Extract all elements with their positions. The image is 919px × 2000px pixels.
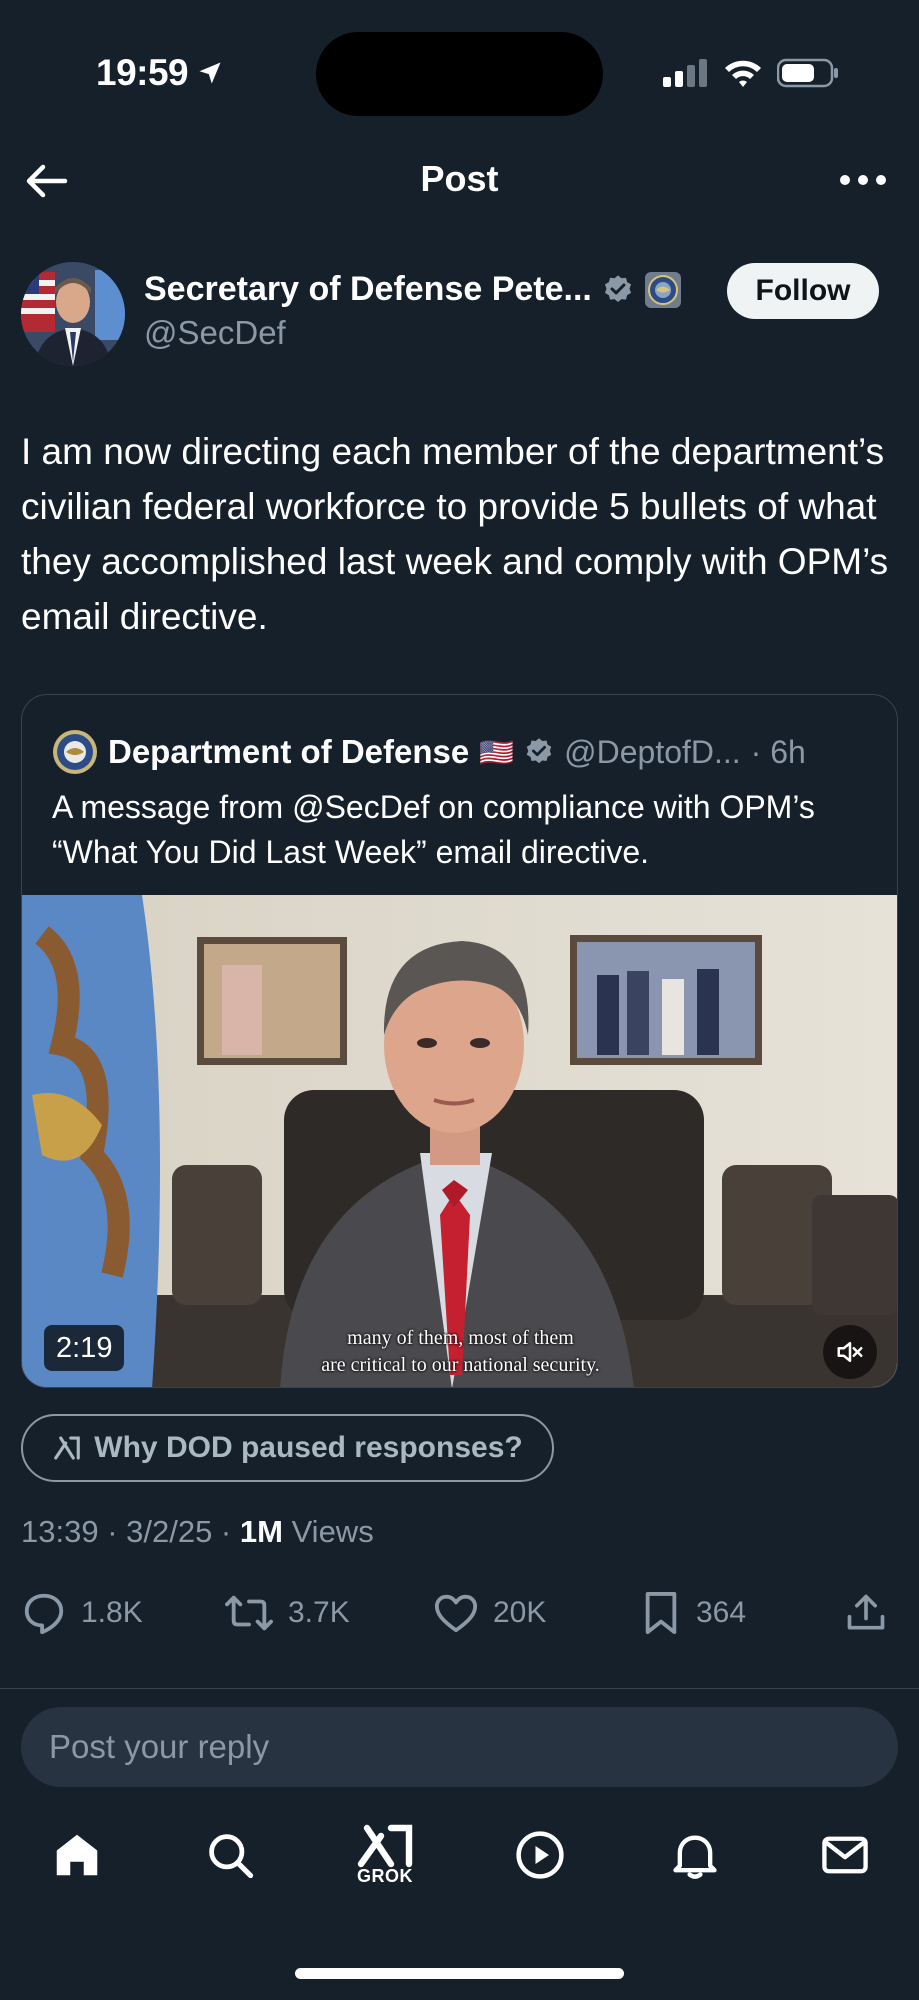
- repost-icon: [225, 1595, 273, 1631]
- nav-header: Post: [0, 150, 919, 210]
- tab-notifications[interactable]: [655, 1810, 735, 1900]
- grok-question-chip[interactable]: Why DOD paused responses?: [21, 1414, 554, 1482]
- mail-icon: [822, 1836, 868, 1874]
- author-handle[interactable]: @SecDef: [144, 314, 286, 352]
- quoted-post-time: · 6h: [750, 733, 806, 770]
- grok-icon: [357, 1824, 413, 1867]
- tab-search[interactable]: [190, 1810, 270, 1900]
- dod-seal-icon: [644, 271, 681, 308]
- video-caption: many of them, most of them are critical …: [22, 1325, 897, 1379]
- battery-icon: [777, 58, 838, 88]
- more-icon: [840, 175, 886, 185]
- quoted-author-handle: @DeptofD...: [564, 733, 741, 770]
- post-text: I am now directing each member of the de…: [21, 431, 889, 637]
- caption-line-2: are critical to our national security.: [321, 1354, 600, 1376]
- home-indicator[interactable]: [295, 1968, 624, 1979]
- avatar-image: [21, 262, 125, 366]
- status-bar: 19:59: [0, 0, 919, 150]
- search-icon: [209, 1834, 254, 1879]
- reply-input[interactable]: Post your reply: [21, 1707, 898, 1787]
- post-timestamp: 13:39 · 3/2/25 ·: [21, 1514, 240, 1549]
- home-icon: [56, 1834, 98, 1876]
- follow-button[interactable]: Follow: [727, 263, 879, 319]
- caption-line-1: many of them, most of them: [347, 1327, 574, 1349]
- grok-icon: [54, 1436, 81, 1460]
- bottom-tab-bar: GROK: [0, 1810, 919, 1920]
- repost-count: 3.7K: [288, 1596, 350, 1629]
- video-frame: [22, 895, 897, 1387]
- author-name[interactable]: Secretary of Defense Pete...: [144, 270, 682, 309]
- quoted-post-text: A message from @SecDef on compliance wit…: [52, 789, 815, 870]
- cellular-signal-icon: [663, 59, 707, 87]
- location-arrow-icon: [199, 62, 221, 84]
- views-count[interactable]: 1M: [240, 1514, 283, 1549]
- reply-icon: [24, 1593, 64, 1635]
- like-icon: [434, 1594, 478, 1633]
- tab-home[interactable]: [37, 1810, 117, 1900]
- like-button[interactable]: 20K: [433, 1590, 546, 1636]
- mute-button[interactable]: [823, 1325, 877, 1379]
- quoted-author-name[interactable]: Department of Defense: [108, 733, 469, 771]
- status-time-text: 19:59: [96, 52, 189, 93]
- reply-count: 1.8K: [81, 1596, 143, 1629]
- like-count: 20K: [493, 1596, 547, 1629]
- author-avatar[interactable]: [21, 262, 125, 366]
- status-time: 19:59: [96, 52, 224, 94]
- tab-video[interactable]: [500, 1810, 580, 1900]
- bookmark-count: 364: [696, 1596, 747, 1629]
- more-options-button[interactable]: [835, 160, 891, 200]
- bell-icon: [673, 1835, 717, 1879]
- reply-button[interactable]: 1.8K: [21, 1590, 143, 1636]
- divider: [0, 1688, 919, 1689]
- post-meta: 13:39 · 3/2/25 · 1M Views: [21, 1514, 374, 1550]
- play-icon: [516, 1831, 564, 1879]
- grok-chip-label: Why DOD paused responses?: [94, 1431, 523, 1464]
- repost-button[interactable]: 3.7K: [224, 1590, 350, 1636]
- quoted-post-header: Department of Defense 🇺🇸 @DeptofD... · 6…: [52, 729, 806, 775]
- tab-grok[interactable]: GROK: [345, 1810, 425, 1900]
- verified-icon: [604, 274, 631, 302]
- video-player[interactable]: 2:19 many of them, most of them are crit…: [22, 895, 897, 1387]
- dynamic-island: [316, 32, 603, 116]
- share-icon: [847, 1594, 885, 1630]
- quoted-post[interactable]: Department of Defense 🇺🇸 @DeptofD... · 6…: [21, 694, 898, 1388]
- author-name-text: Secretary of Defense Pete...: [144, 270, 592, 308]
- page-title: Post: [420, 158, 499, 199]
- wifi-icon: [725, 60, 761, 87]
- bookmark-icon: [645, 1591, 677, 1634]
- tab-messages[interactable]: [805, 1810, 885, 1900]
- bookmark-button[interactable]: 364: [640, 1590, 746, 1636]
- system-icons: [663, 58, 839, 88]
- quoted-avatar[interactable]: [52, 729, 98, 775]
- views-label: Views: [282, 1514, 374, 1549]
- mute-icon: [837, 1342, 863, 1362]
- verified-icon: [526, 738, 552, 764]
- share-button[interactable]: [844, 1590, 888, 1636]
- grok-tab-label: GROK: [357, 1865, 413, 1886]
- us-flag-emoji: 🇺🇸: [479, 736, 515, 768]
